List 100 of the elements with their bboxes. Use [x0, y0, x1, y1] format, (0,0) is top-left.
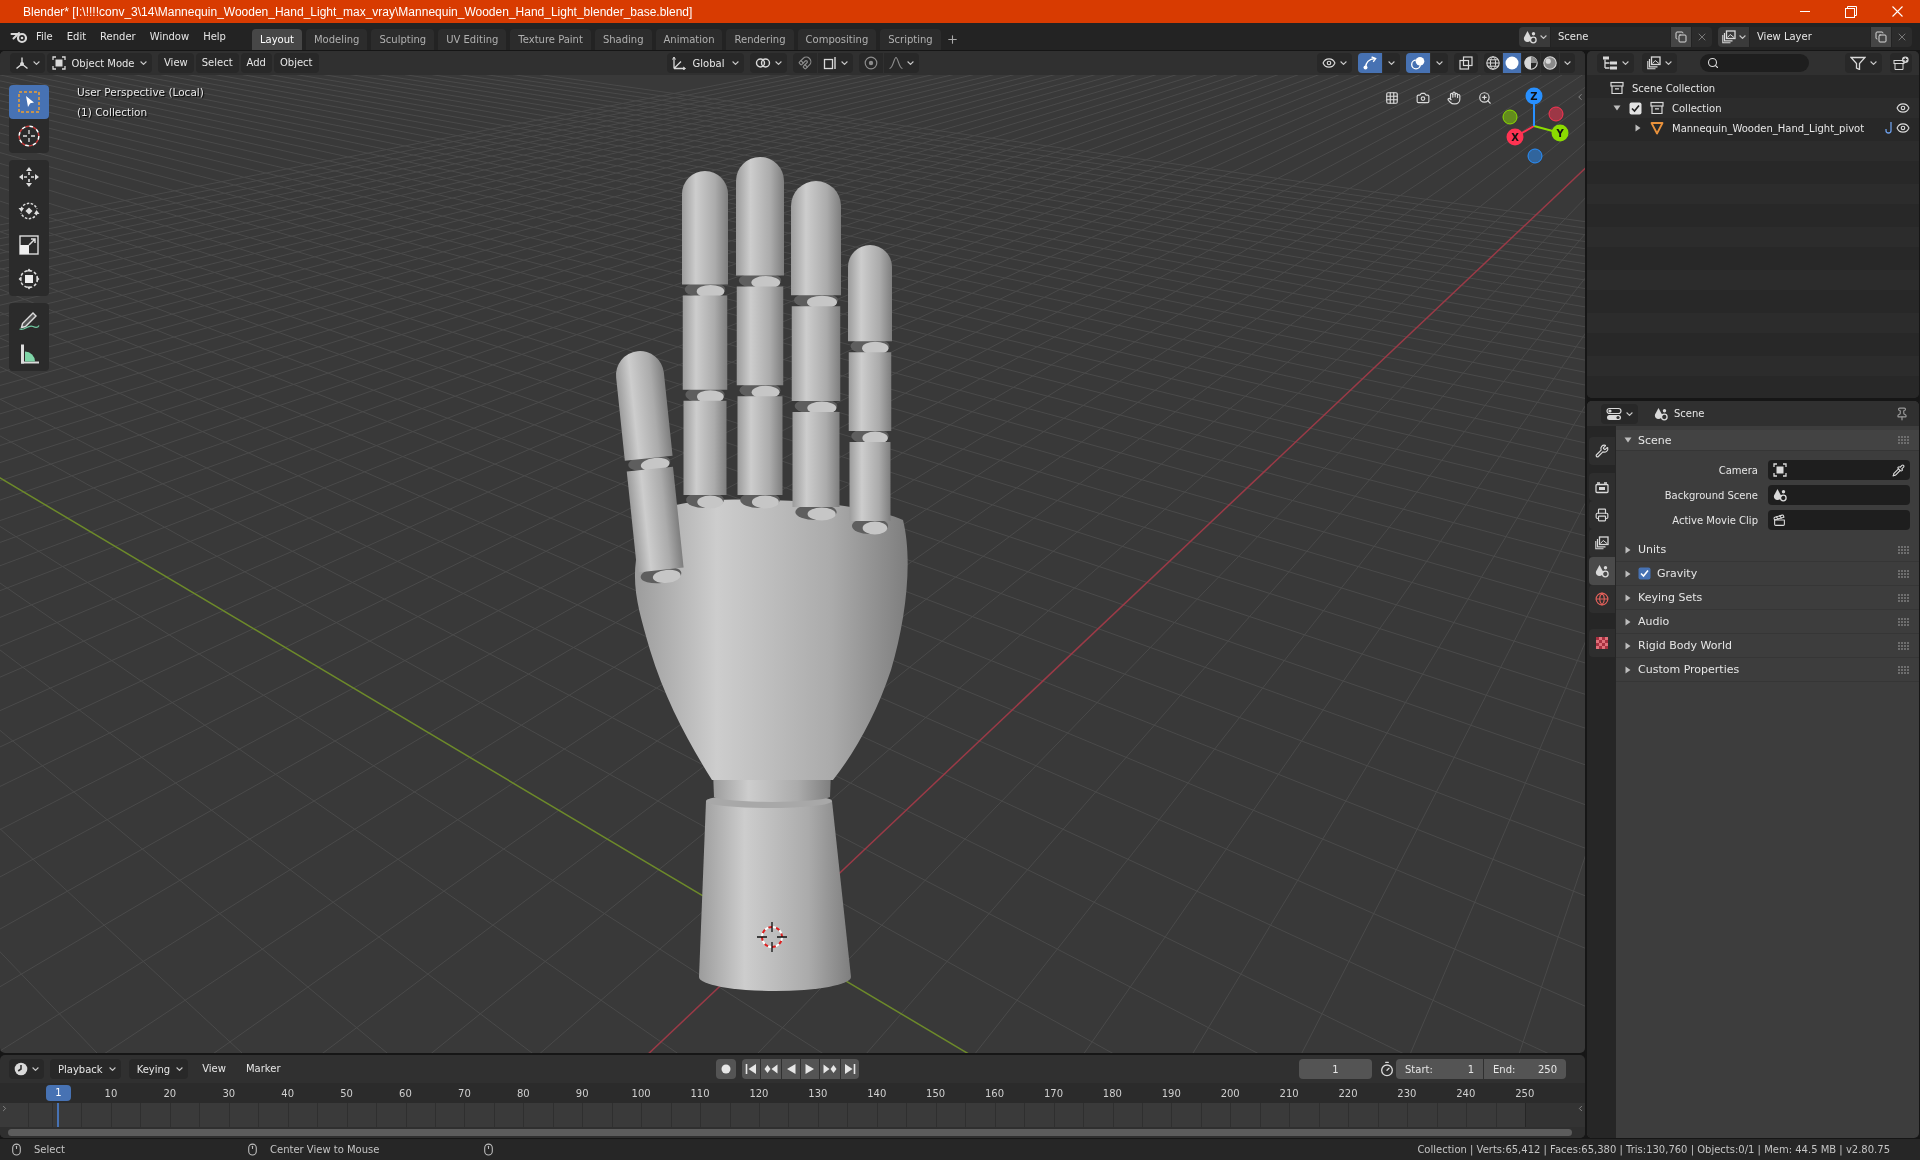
current-frame-badge[interactable]: 1 — [46, 1085, 71, 1101]
workspace-tab[interactable]: Shading — [594, 29, 652, 50]
unlink-button[interactable] — [1892, 26, 1912, 47]
disclosure-triangle-icon[interactable] — [1624, 545, 1632, 554]
playback-button[interactable] — [801, 1059, 819, 1079]
menu-dropdown[interactable]: Keying — [128, 1059, 189, 1079]
properties-tab[interactable] — [1588, 529, 1615, 557]
grid-icon[interactable] — [1385, 91, 1399, 105]
record-button[interactable] — [716, 1059, 736, 1079]
playback-button[interactable] — [782, 1059, 800, 1079]
object-field[interactable] — [1768, 460, 1910, 480]
header-menu[interactable]: Add — [240, 53, 272, 73]
menu-item[interactable]: Render — [93, 26, 143, 47]
proportional-toggle[interactable] — [858, 53, 883, 73]
disclosure-triangle-icon[interactable] — [1613, 104, 1621, 112]
scrollbar[interactable] — [8, 1129, 1572, 1136]
menu-item[interactable]: Help — [196, 26, 233, 47]
editor-type-button[interactable] — [9, 1059, 44, 1079]
axis-handle[interactable]: X — [1506, 128, 1524, 146]
shading-button[interactable] — [1541, 53, 1559, 73]
camera-icon[interactable] — [1416, 91, 1430, 105]
workspace-tab[interactable]: UV Editing — [438, 29, 507, 50]
header-menu[interactable]: View — [158, 53, 194, 73]
chevron-left-icon[interactable] — [1576, 1104, 1585, 1113]
playback-button[interactable] — [742, 1059, 760, 1079]
overlay-menu-button[interactable] — [1431, 53, 1448, 73]
panel-header[interactable]: Scene — [1616, 430, 1919, 451]
header-menu[interactable]: Object — [273, 53, 319, 73]
end-frame-field[interactable]: End: 250 — [1484, 1059, 1566, 1079]
menu-item[interactable]: Window — [142, 26, 197, 47]
disclosure-triangle-icon[interactable] — [1624, 593, 1632, 602]
scene-browse-button[interactable] — [1519, 26, 1550, 47]
editor-type-button[interactable] — [10, 53, 45, 73]
duplicate-button[interactable] — [1871, 26, 1891, 47]
checkbox[interactable] — [1629, 101, 1642, 115]
visibility-button[interactable] — [1317, 53, 1352, 73]
axis-dot-icon[interactable] — [1548, 106, 1564, 122]
header-menu[interactable]: View — [196, 1059, 232, 1079]
workspace-tab[interactable]: Texture Paint — [510, 29, 591, 50]
object-field[interactable] — [1768, 510, 1910, 530]
zoom-icon[interactable] — [1478, 91, 1492, 105]
playback-button[interactable] — [841, 1059, 859, 1079]
display-mode-button[interactable] — [1642, 53, 1677, 73]
orientation-dropdown[interactable]: Global — [666, 53, 744, 73]
gizmo-menu-button[interactable] — [1383, 53, 1400, 73]
checkbox[interactable] — [1638, 567, 1651, 580]
workspace-tab[interactable]: Scripting — [880, 29, 941, 50]
axis-handle[interactable]: Y — [1551, 124, 1569, 142]
playback-button[interactable] — [761, 1059, 781, 1079]
header-menu[interactable]: Marker — [239, 1059, 287, 1079]
current-frame-field[interactable]: 1 — [1299, 1059, 1372, 1079]
scene-name-field[interactable]: Scene — [1551, 26, 1670, 47]
editor-type-button[interactable] — [1601, 403, 1638, 424]
properties-tab[interactable] — [1588, 437, 1615, 465]
menu-item[interactable]: Edit — [59, 26, 94, 47]
mode-dropdown[interactable]: Object Mode — [47, 53, 152, 73]
hand-icon[interactable] — [1447, 91, 1461, 105]
menu-item[interactable]: File — [29, 26, 60, 47]
workspace-tab[interactable]: Sculpting — [371, 29, 435, 50]
eye-icon[interactable] — [1896, 101, 1910, 115]
shading-button[interactable] — [1484, 53, 1502, 73]
overlay-toggle[interactable] — [1406, 53, 1430, 73]
properties-tab[interactable] — [1588, 557, 1615, 585]
workspace-tab[interactable]: Layout — [251, 29, 302, 50]
menu-dropdown[interactable]: Playback — [50, 1059, 121, 1079]
new-collection-button[interactable] — [1890, 53, 1912, 73]
axis-dot-icon[interactable] — [1502, 109, 1518, 125]
workspace-tab[interactable]: Animation — [655, 29, 723, 50]
object-field[interactable] — [1768, 485, 1910, 505]
tree-item[interactable]: Collection — [1672, 102, 1722, 114]
disclosure-triangle-icon[interactable] — [1634, 124, 1642, 132]
disclosure-triangle-icon[interactable] — [1624, 617, 1632, 626]
snap-target-button[interactable] — [817, 53, 853, 73]
tree-item[interactable]: Scene Collection — [1632, 82, 1716, 94]
falloff-button[interactable] — [883, 53, 919, 73]
disclosure-triangle-icon[interactable] — [1624, 665, 1632, 674]
editor-type-button[interactable] — [1597, 53, 1634, 73]
xray-toggle[interactable] — [1454, 53, 1478, 73]
view-layer-field[interactable]: View Layer — [1750, 26, 1870, 47]
shading-button[interactable] — [1522, 53, 1540, 73]
disclosure-triangle-icon[interactable] — [1624, 436, 1632, 444]
axis-handle[interactable]: Z — [1525, 87, 1543, 105]
chevron-right-icon[interactable] — [0, 1104, 9, 1113]
workspace-tab[interactable]: Modeling — [305, 29, 368, 50]
properties-tab[interactable] — [1588, 473, 1615, 501]
gizmo-toggle[interactable] — [1358, 53, 1382, 73]
filter-button[interactable] — [1845, 53, 1882, 73]
unlink-button[interactable] — [1692, 26, 1712, 47]
eyedropper-icon[interactable] — [1892, 463, 1905, 477]
workspace-tab[interactable]: Rendering — [726, 29, 794, 50]
start-frame-field[interactable]: Start: 1 — [1396, 1059, 1483, 1079]
eye-icon[interactable] — [1896, 121, 1910, 135]
workspace-tab[interactable]: Compositing — [797, 29, 877, 50]
playback-button[interactable] — [820, 1059, 840, 1079]
pivot-button[interactable] — [749, 53, 787, 73]
axis-dot-icon[interactable] — [1527, 148, 1543, 164]
shading-button[interactable] — [1503, 53, 1521, 73]
chevron-left-icon[interactable] — [1575, 92, 1585, 102]
disclosure-triangle-icon[interactable] — [1624, 641, 1632, 650]
search-field[interactable] — [1700, 54, 1809, 72]
